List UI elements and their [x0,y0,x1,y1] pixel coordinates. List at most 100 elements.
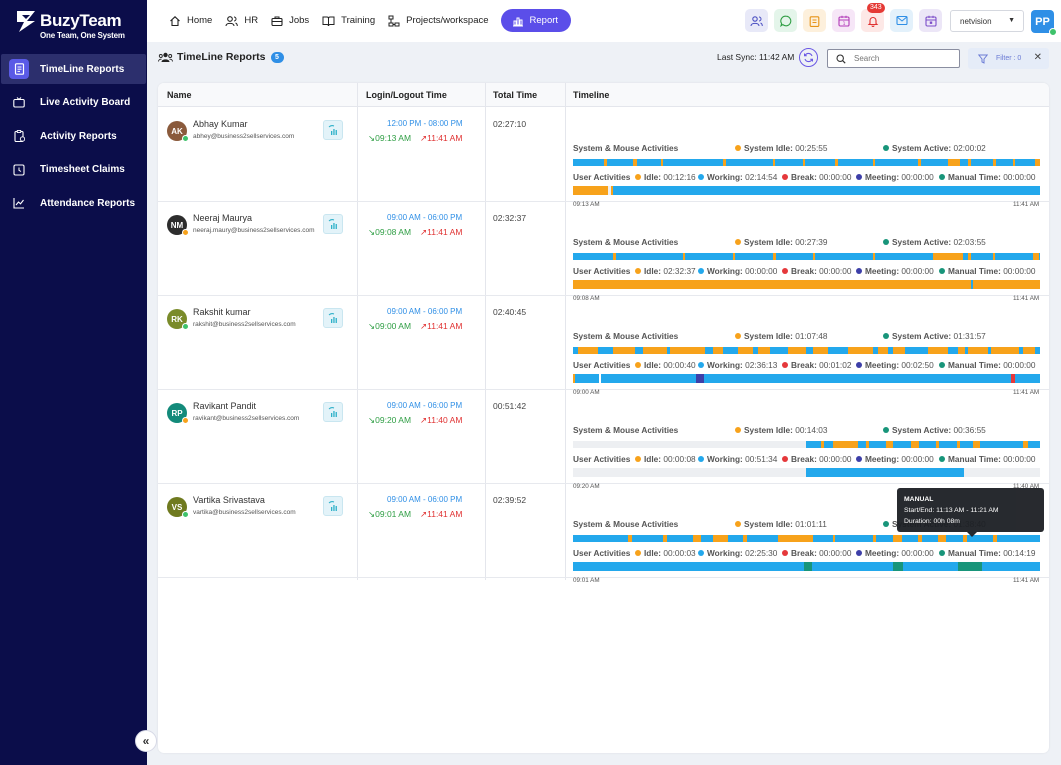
sidebar-item-activity-reports[interactable]: Activity Reports [1,121,146,151]
system-idle-segment[interactable] [928,347,948,354]
system-idle-segment[interactable] [991,347,1019,354]
sidebar-item-timesheet-claims[interactable]: Timesheet Claims [1,155,146,185]
system-activity-bar[interactable] [573,159,1040,166]
manual-segment[interactable] [893,562,903,571]
idle-segment[interactable] [973,280,1040,289]
system-idle-segment[interactable] [886,441,893,448]
user-activity-bar[interactable] [573,562,1040,571]
system-idle-segment[interactable] [643,347,667,354]
system-idle-segment[interactable] [993,535,997,542]
system-idle-segment[interactable] [813,253,815,260]
system-idle-segment[interactable] [1023,441,1028,448]
tab-home[interactable]: Home [166,9,222,32]
org-select-dropdown[interactable]: netvision ▼ [950,10,1024,32]
system-idle-segment[interactable] [968,253,971,260]
system-idle-segment[interactable] [833,535,835,542]
working-segment[interactable] [806,468,964,477]
system-idle-segment[interactable] [758,347,770,354]
system-idle-segment[interactable] [878,347,888,354]
system-idle-segment[interactable] [670,347,705,354]
system-idle-segment[interactable] [613,253,616,260]
system-idle-segment[interactable] [683,253,685,260]
user-activity-bar[interactable] [573,186,1040,195]
system-idle-segment[interactable] [948,159,960,166]
clear-filter-close-icon[interactable]: ✕ [1034,52,1042,63]
system-idle-segment[interactable] [918,535,922,542]
idle-segment[interactable] [611,186,613,195]
system-idle-segment[interactable] [613,347,635,354]
system-idle-segment[interactable] [713,347,723,354]
user-activity-bar[interactable] [573,280,1040,289]
idle-segment[interactable] [573,374,575,383]
tab-projects-workspace[interactable]: Projects/workspace [385,9,498,32]
working-segment[interactable] [573,374,1040,383]
system-idle-segment[interactable] [1013,159,1015,166]
system-idle-segment[interactable] [835,159,838,166]
system-idle-segment[interactable] [773,253,776,260]
idle-segment[interactable] [573,280,971,289]
search-input[interactable] [854,54,949,63]
system-idle-segment[interactable] [873,535,876,542]
system-idle-segment[interactable] [803,159,805,166]
idle-segment[interactable] [573,186,608,195]
system-idle-segment[interactable] [848,347,873,354]
notification-bell-icon[interactable]: 343 [861,3,885,32]
manual-segment[interactable] [958,562,982,571]
system-idle-segment[interactable] [723,159,726,166]
system-idle-segment[interactable] [1035,159,1040,166]
system-idle-segment[interactable] [578,347,598,354]
sync-refresh-icon[interactable] [799,48,818,67]
system-idle-segment[interactable] [993,253,995,260]
system-idle-segment[interactable] [833,441,858,448]
system-idle-segment[interactable] [918,159,921,166]
task-clipboard-icon[interactable] [803,9,826,32]
system-idle-segment[interactable] [933,253,963,260]
tab-jobs[interactable]: Jobs [268,9,319,32]
team-icon[interactable] [745,9,768,32]
system-idle-segment[interactable] [993,159,996,166]
employee-name[interactable]: Ravikant Pandit [193,401,256,411]
system-idle-segment[interactable] [788,347,806,354]
system-idle-segment[interactable] [713,535,728,542]
calendar-icon[interactable]: 1 [832,9,855,32]
system-idle-segment[interactable] [663,535,667,542]
schedule-calendar-icon[interactable] [919,9,942,32]
filter-button[interactable]: Filter : 0 ✕ [968,48,1049,69]
system-idle-segment[interactable] [1023,347,1035,354]
mail-icon[interactable] [890,9,913,32]
system-idle-segment[interactable] [866,441,869,448]
chat-icon[interactable] [774,9,797,32]
tab-training[interactable]: Training [319,9,385,32]
system-idle-segment[interactable] [973,441,980,448]
system-activity-bar[interactable] [573,347,1040,354]
employee-name[interactable]: Neeraj Maurya [193,213,252,223]
system-idle-segment[interactable] [778,535,813,542]
system-idle-segment[interactable] [911,441,919,448]
system-idle-segment[interactable] [738,347,753,354]
working-segment[interactable] [613,186,1040,195]
tab-report[interactable]: Report [500,9,572,32]
system-activity-bar[interactable] [573,253,1040,260]
activity-chart-icon[interactable] [323,402,343,422]
activity-chart-icon[interactable] [323,214,343,234]
user-activity-bar[interactable] [573,468,1040,477]
system-idle-segment[interactable] [1033,253,1039,260]
user-avatar[interactable]: PP [1031,10,1057,36]
system-idle-segment[interactable] [633,159,637,166]
system-idle-segment[interactable] [958,347,965,354]
sidebar-item-attendance-reports[interactable]: Attendance Reports [1,188,146,218]
system-idle-segment[interactable] [968,159,971,166]
system-idle-segment[interactable] [693,535,701,542]
system-idle-segment[interactable] [821,441,824,448]
system-idle-segment[interactable] [773,159,775,166]
system-idle-segment[interactable] [661,159,663,166]
system-idle-segment[interactable] [743,535,747,542]
system-idle-segment[interactable] [968,347,988,354]
employee-name[interactable]: Rakshit kumar [193,307,251,317]
employee-name[interactable]: Vartika Srivastava [193,495,265,505]
system-idle-segment[interactable] [628,535,632,542]
system-idle-segment[interactable] [813,347,828,354]
system-idle-segment[interactable] [957,441,960,448]
activity-chart-icon[interactable] [323,308,343,328]
activity-chart-icon[interactable] [323,120,343,140]
